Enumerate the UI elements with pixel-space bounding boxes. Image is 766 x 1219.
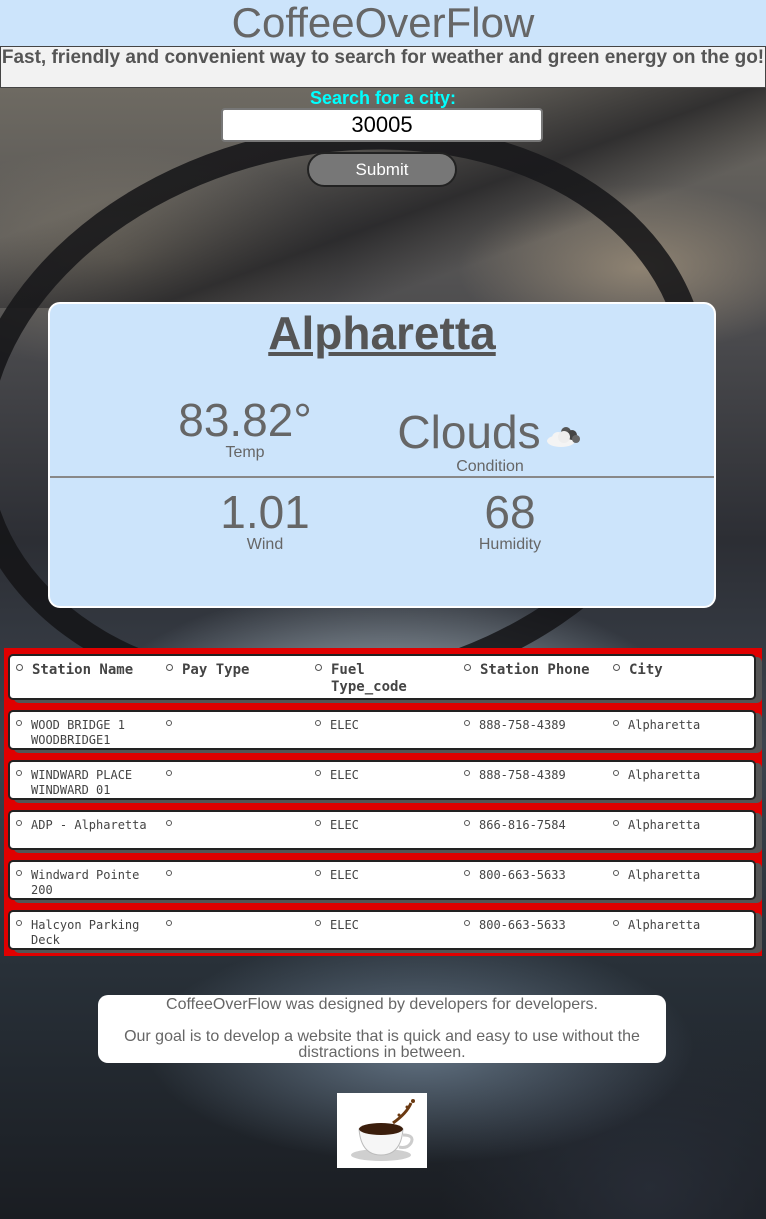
site-title: CoffeeOverFlow xyxy=(0,0,766,46)
weather-card: Alpharetta 83.82° Temp Clouds Condition … xyxy=(48,302,716,608)
temp-value: 83.82° xyxy=(178,394,312,446)
temp-label: Temp xyxy=(225,444,265,461)
humidity-value: 68 xyxy=(484,486,536,538)
condition-label: Condition xyxy=(456,458,524,475)
site-tagline: Fast, friendly and convenient way to sea… xyxy=(0,46,766,88)
station-fuel-type: ELEC xyxy=(315,718,455,733)
condition-stat: Clouds Condition xyxy=(380,408,600,476)
station-pay-type xyxy=(166,918,306,933)
station-fuel-type: ELEC xyxy=(315,818,455,833)
stations-header-row: Station Name Pay Type Fuel Type_code Sta… xyxy=(8,654,756,700)
station-phone: 800-663-5633 xyxy=(464,918,604,933)
station-phone: 866-816-7584 xyxy=(464,818,604,833)
header-fuel-type: Fuel Type_code xyxy=(315,662,455,696)
header-city: City xyxy=(613,662,753,679)
station-city: Alpharetta xyxy=(613,868,753,883)
header-station-name: Station Name xyxy=(16,662,156,679)
wind-value: 1.01 xyxy=(220,486,310,538)
weather-divider xyxy=(50,476,714,478)
station-phone: 888-758-4389 xyxy=(464,718,604,733)
station-name: Halcyon Parking Deck xyxy=(16,918,156,948)
station-phone: 800-663-5633 xyxy=(464,868,604,883)
humidity-stat: 68 Humidity xyxy=(430,488,590,554)
search-label: Search for a city: xyxy=(309,88,457,108)
about-box: CoffeeOverFlow was designed by developer… xyxy=(98,995,666,1063)
station-row: WINDWARD PLACE WINDWARD 01 ELEC 888-758-… xyxy=(8,760,756,800)
station-row: Halcyon Parking Deck ELEC 800-663-5633 A… xyxy=(8,910,756,950)
about-line-2: Our goal is to develop a website that is… xyxy=(124,1028,640,1061)
station-row: ADP - Alpharetta ELEC 866-816-7584 Alpha… xyxy=(8,810,756,850)
condition-value: Clouds xyxy=(397,406,541,458)
about-line-1: CoffeeOverFlow was designed by developer… xyxy=(166,996,598,1013)
station-city: Alpharetta xyxy=(613,918,753,933)
wind-stat: 1.01 Wind xyxy=(190,488,340,554)
station-name: WOOD BRIDGE 1 WOODBRIDGE1 xyxy=(16,718,156,748)
station-fuel-type: ELEC xyxy=(315,868,455,883)
station-pay-type xyxy=(166,768,306,783)
wind-label: Wind xyxy=(246,536,284,553)
station-pay-type xyxy=(166,868,306,883)
station-fuel-type: ELEC xyxy=(315,918,455,933)
cloud-icon xyxy=(545,410,583,458)
header-pay-type: Pay Type xyxy=(166,662,306,679)
station-fuel-type: ELEC xyxy=(315,768,455,783)
humidity-label: Humidity xyxy=(478,536,542,553)
station-row: WOOD BRIDGE 1 WOODBRIDGE1 ELEC 888-758-4… xyxy=(8,710,756,750)
stations-table: Station Name Pay Type Fuel Type_code Sta… xyxy=(4,648,762,956)
city-search-input[interactable] xyxy=(221,108,543,142)
station-name: Windward Pointe 200 xyxy=(16,868,156,898)
coffee-cup-icon xyxy=(337,1093,427,1168)
station-row: Windward Pointe 200 ELEC 800-663-5633 Al… xyxy=(8,860,756,900)
station-city: Alpharetta xyxy=(613,818,753,833)
station-phone: 888-758-4389 xyxy=(464,768,604,783)
city-name: Alpharetta xyxy=(268,307,496,359)
temp-stat: 83.82° Temp xyxy=(170,396,320,462)
submit-button[interactable]: Submit xyxy=(307,152,457,187)
station-name: WINDWARD PLACE WINDWARD 01 xyxy=(16,768,156,798)
station-pay-type xyxy=(166,718,306,733)
station-name: ADP - Alpharetta xyxy=(16,818,156,833)
header-station-phone: Station Phone xyxy=(464,662,604,679)
page-header: CoffeeOverFlow Fast, friendly and conven… xyxy=(0,0,766,88)
station-city: Alpharetta xyxy=(613,718,753,733)
station-city: Alpharetta xyxy=(613,768,753,783)
station-pay-type xyxy=(166,818,306,833)
